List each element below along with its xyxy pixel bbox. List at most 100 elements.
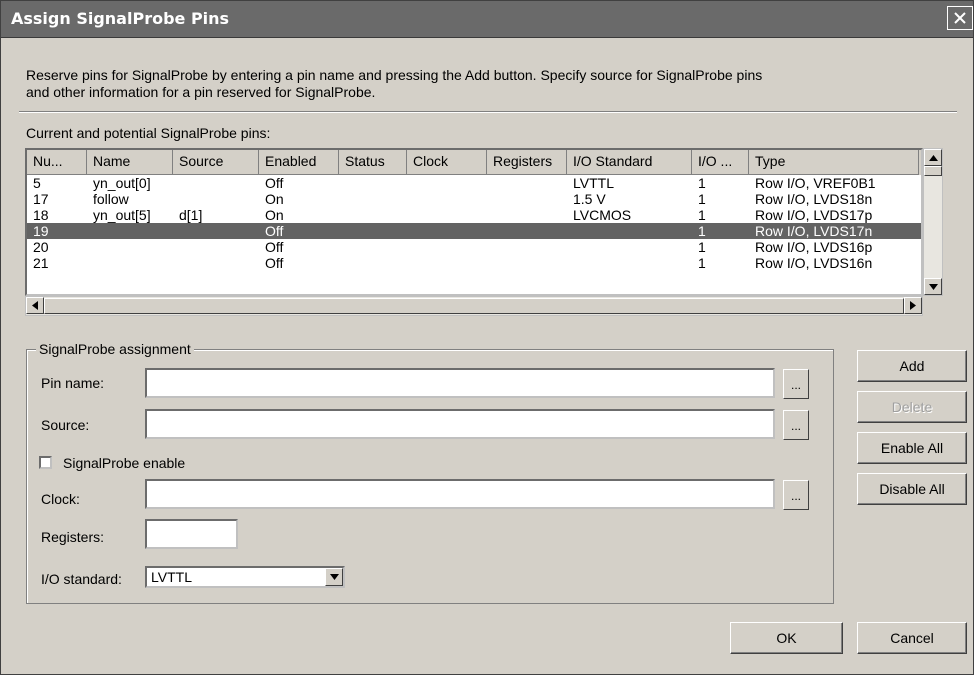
arrow-up-icon [928, 154, 938, 161]
clock-browse-button[interactable]: ... [783, 480, 809, 510]
table-cell [339, 255, 407, 271]
divider [19, 111, 957, 113]
signalprobe-enable-label: SignalProbe enable [63, 455, 186, 471]
table-cell: yn_out[0] [93, 175, 151, 191]
table-row[interactable]: 18 yn_out[5] d[1] On LVCMOS 1 Row I/O, LVDS17p [27, 207, 921, 223]
table-cell: Off [265, 239, 284, 255]
registers-input[interactable] [145, 519, 238, 549]
column-header[interactable]: Status [339, 150, 407, 175]
add-button[interactable]: Add [857, 350, 967, 382]
table-cell [339, 207, 407, 223]
scroll-right-button[interactable] [904, 297, 922, 314]
table-body: 5 yn_out[0] Off LVTTL 1 Row I/O, VREF0B1 17 fol… [27, 175, 921, 271]
table-cell [487, 255, 567, 271]
instructions-text: Reserve pins for SignalProbe by entering… [26, 67, 763, 100]
table-cell [339, 223, 407, 239]
table-cell: Row I/O, VREF0B1 [755, 175, 876, 191]
cancel-button[interactable]: Cancel [857, 622, 967, 654]
horizontal-scroll-thumb[interactable] [44, 298, 904, 314]
table-cell [487, 191, 567, 207]
column-header[interactable]: Name [87, 150, 173, 175]
table-cell: 1 [698, 175, 706, 191]
close-icon [954, 12, 966, 24]
close-button[interactable] [947, 6, 973, 30]
table-cell: Row I/O, LVDS18n [755, 191, 873, 207]
table-cell [173, 191, 259, 207]
table-cell [87, 239, 173, 255]
table-cell: Off [265, 255, 284, 271]
table-cell [173, 175, 259, 191]
column-header[interactable]: Clock [407, 150, 487, 175]
table-cell: d[1] [179, 207, 203, 223]
table-cell [487, 223, 567, 239]
table-cell: Row I/O, LVDS16n [755, 255, 873, 271]
table-cell [339, 191, 407, 207]
scroll-up-button[interactable] [924, 149, 942, 166]
table-cell: 18 [33, 207, 49, 223]
scroll-down-button[interactable] [924, 278, 942, 295]
title-bar[interactable]: Assign SignalProbe Pins [1, 1, 973, 38]
registers-label: Registers: [41, 529, 105, 545]
scroll-left-button[interactable] [26, 297, 44, 314]
source-browse-button[interactable]: ... [783, 410, 809, 440]
signalprobe-enable-checkbox[interactable] [39, 456, 52, 469]
table-cell [407, 175, 487, 191]
arrow-left-icon [32, 301, 38, 310]
table-cell: 17 [33, 191, 49, 207]
table-cell: 1 [698, 255, 706, 271]
table-cell [487, 207, 567, 223]
column-header[interactable]: Nu... [27, 150, 87, 175]
table-cell [487, 239, 567, 255]
table-cell: LVCMOS [573, 207, 632, 223]
arrow-down-icon [928, 283, 938, 290]
table-cell [87, 223, 173, 239]
table-cell: 1 [698, 239, 706, 255]
table-row[interactable]: 21 Off 1 Row I/O, LVDS16n [27, 255, 921, 271]
table-cell: 1.5 V [573, 191, 606, 207]
table-cell [407, 239, 487, 255]
io-standard-select[interactable]: LVTTL [145, 566, 345, 588]
table-cell [407, 191, 487, 207]
delete-button[interactable]: Delete [857, 391, 967, 423]
table-cell: 5 [33, 175, 41, 191]
vertical-scrollbar[interactable] [923, 148, 943, 296]
column-header[interactable]: I/O ... [692, 150, 749, 175]
column-header[interactable]: I/O Standard [567, 150, 692, 175]
table-row[interactable]: 5 yn_out[0] Off LVTTL 1 Row I/O, VREF0B1 [27, 175, 921, 191]
assign-signalprobe-dialog: Assign SignalProbe Pins Reserve pins for… [0, 0, 974, 675]
clock-input[interactable] [145, 479, 775, 509]
io-standard-value: LVTTL [151, 569, 192, 585]
table-cell: 1 [698, 191, 706, 207]
pin-name-browse-button[interactable]: ... [783, 369, 809, 399]
table-cell [567, 223, 692, 239]
table-cell: 21 [33, 255, 49, 271]
disable-all-button[interactable]: Disable All [857, 473, 967, 505]
table-cell [173, 255, 259, 271]
table-cell: LVTTL [573, 175, 614, 191]
table-cell [173, 223, 259, 239]
table-cell: 1 [698, 207, 706, 223]
column-header[interactable]: Source [173, 150, 259, 175]
io-standard-dropdown-button[interactable] [325, 568, 343, 586]
table-row[interactable]: 20 Off 1 Row I/O, LVDS16p [27, 239, 921, 255]
table-cell [87, 255, 173, 271]
table-row[interactable]: 19 Off 1 Row I/O, LVDS17n [27, 223, 921, 239]
table-cell: 19 [33, 223, 49, 239]
table-row[interactable]: 17 follow On 1.5 V 1 Row I/O, LVDS18n [27, 191, 921, 207]
signalprobe-pins-table[interactable]: Nu... Name Source Enabled Status Clock Registe… [25, 148, 923, 296]
column-header[interactable]: Type [749, 150, 919, 175]
table-cell: On [265, 191, 284, 207]
table-cell: Row I/O, LVDS17n [755, 223, 873, 239]
enable-all-button[interactable]: Enable All [857, 432, 967, 464]
horizontal-scrollbar[interactable] [25, 296, 923, 316]
table-cell: Row I/O, LVDS17p [755, 207, 873, 223]
column-header[interactable]: Enabled [259, 150, 339, 175]
table-cell [487, 175, 567, 191]
table-cell: Row I/O, LVDS16p [755, 239, 873, 255]
pin-name-input[interactable] [145, 368, 775, 398]
source-input[interactable] [145, 409, 775, 439]
scroll-thumb[interactable] [924, 166, 942, 176]
column-header[interactable]: Registers [487, 150, 567, 175]
ok-button[interactable]: OK [730, 622, 843, 654]
io-standard-label: I/O standard: [41, 571, 122, 587]
